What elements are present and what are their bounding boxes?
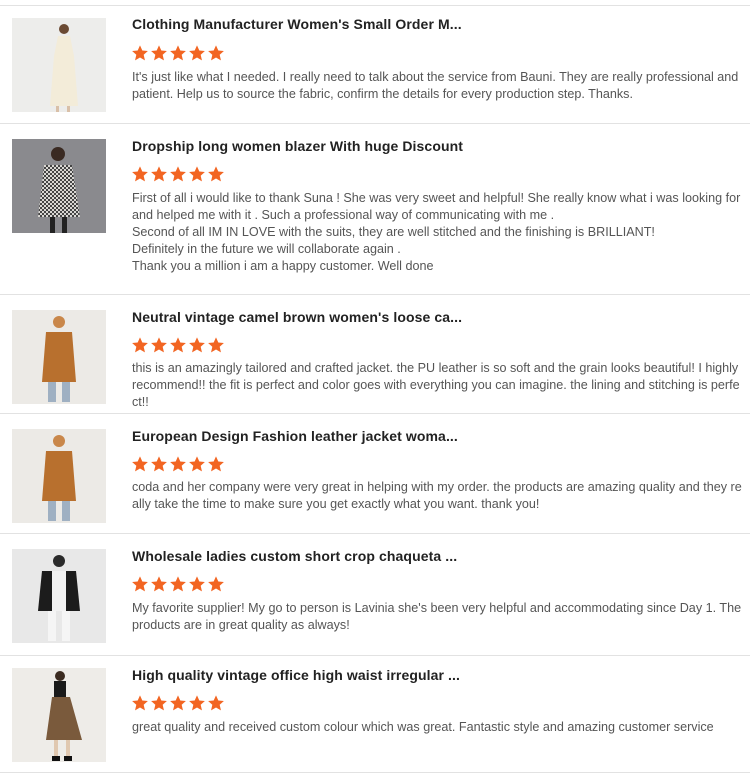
star-icon: [169, 336, 187, 354]
star-icon: [150, 575, 168, 593]
star-icon: [150, 165, 168, 183]
star-icon: [188, 44, 206, 62]
review-text: coda and her company were very great in …: [132, 480, 742, 511]
star-icon: [150, 455, 168, 473]
star-rating: [131, 455, 225, 473]
review-text-line: First of all i would like to thank Suna …: [132, 191, 741, 222]
star-icon: [169, 455, 187, 473]
star-icon: [169, 694, 187, 712]
product-title[interactable]: Wholesale ladies custom short crop chaqu…: [132, 548, 457, 564]
star-icon: [150, 336, 168, 354]
review-text: It's just like what I needed. I really n…: [132, 70, 739, 101]
product-title[interactable]: High quality vintage office high waist i…: [132, 667, 460, 683]
product-title[interactable]: Neutral vintage camel brown women's loos…: [132, 309, 462, 325]
product-title[interactable]: Clothing Manufacturer Women's Small Orde…: [132, 16, 462, 32]
star-icon: [131, 455, 149, 473]
star-icon: [131, 165, 149, 183]
star-icon: [188, 336, 206, 354]
product-image[interactable]: [12, 549, 106, 643]
product-title[interactable]: European Design Fashion leather jacket w…: [132, 428, 458, 444]
star-icon: [169, 165, 187, 183]
review-list: Clothing Manufacturer Women's Small Orde…: [0, 0, 750, 782]
star-icon: [150, 694, 168, 712]
star-icon: [169, 575, 187, 593]
review-item: High quality vintage office high waist i…: [0, 655, 750, 773]
product-image[interactable]: [12, 429, 106, 523]
review-item: European Design Fashion leather jacket w…: [0, 413, 750, 534]
product-title[interactable]: Dropship long women blazer With huge Dis…: [132, 138, 463, 154]
star-icon: [188, 455, 206, 473]
review-text: great quality and received custom colour…: [132, 720, 714, 734]
star-icon: [207, 575, 225, 593]
review-item: Neutral vintage camel brown women's loos…: [0, 294, 750, 414]
product-image[interactable]: [12, 668, 106, 762]
star-icon: [169, 44, 187, 62]
product-image[interactable]: [12, 139, 106, 233]
review-text: First of all i would like to thank Suna …: [132, 190, 742, 275]
star-rating: [131, 575, 225, 593]
star-icon: [207, 336, 225, 354]
review-text-line: Definitely in the future we will collabo…: [132, 242, 401, 256]
star-icon: [188, 575, 206, 593]
bottom-divider: [0, 772, 750, 773]
star-icon: [207, 165, 225, 183]
star-icon: [188, 165, 206, 183]
review-item: Dropship long women blazer With huge Dis…: [0, 123, 750, 295]
review-item: Clothing Manufacturer Women's Small Orde…: [0, 5, 750, 124]
star-rating: [131, 44, 225, 62]
star-icon: [131, 336, 149, 354]
star-rating: [131, 694, 225, 712]
star-rating: [131, 165, 225, 183]
star-icon: [131, 44, 149, 62]
review-text-line: Second of all IM IN LOVE with the suits,…: [132, 225, 655, 239]
review-item: Wholesale ladies custom short crop chaqu…: [0, 533, 750, 656]
review-text: this is an amazingly tailored and crafte…: [132, 361, 740, 409]
review-text-line: Thank you a million i am a happy custome…: [132, 259, 434, 273]
star-icon: [207, 44, 225, 62]
star-rating: [131, 336, 225, 354]
star-icon: [207, 694, 225, 712]
star-icon: [131, 694, 149, 712]
product-image[interactable]: [12, 310, 106, 404]
star-icon: [188, 694, 206, 712]
star-icon: [131, 575, 149, 593]
product-image[interactable]: [12, 18, 106, 112]
review-text: My favorite supplier! My go to person is…: [132, 601, 742, 632]
star-icon: [207, 455, 225, 473]
star-icon: [150, 44, 168, 62]
